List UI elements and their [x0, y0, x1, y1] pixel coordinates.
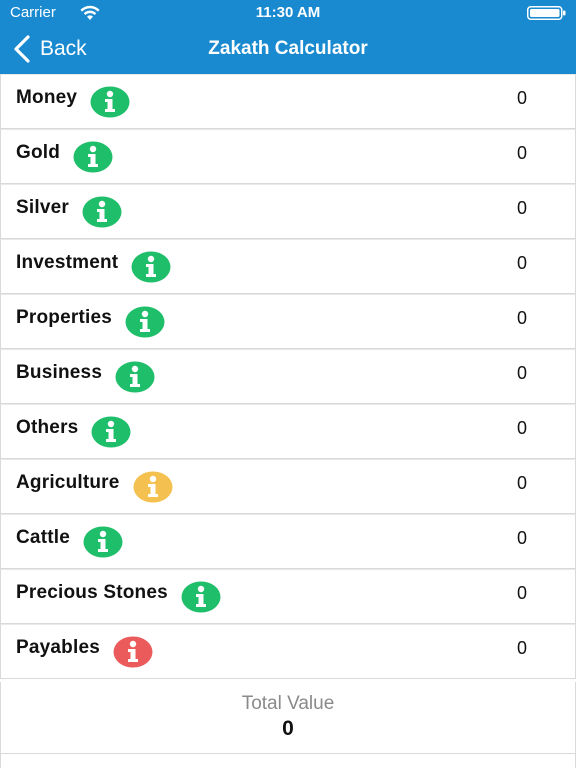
- info-icon[interactable]: [90, 86, 130, 118]
- total-value: 0: [282, 717, 294, 740]
- info-icon[interactable]: [133, 471, 173, 503]
- list-item[interactable]: Properties 0: [0, 294, 576, 349]
- row-label: Others: [16, 417, 79, 438]
- list-item[interactable]: Cattle 0: [0, 514, 576, 569]
- row-label: Silver: [16, 197, 69, 218]
- row-value: 0: [517, 583, 528, 603]
- list-item[interactable]: Business 0: [0, 349, 576, 404]
- clock: 11:30 AM: [255, 4, 321, 21]
- info-icon[interactable]: [83, 526, 123, 558]
- info-icon[interactable]: [82, 196, 122, 228]
- navigation-bar: Back Zakath Calculator: [0, 26, 576, 74]
- info-icon[interactable]: [113, 636, 153, 668]
- info-icon[interactable]: [91, 416, 131, 448]
- row-label: Gold: [16, 142, 61, 163]
- asset-list: Money 0 Gold 0 Silver 0 Investment 0 Properties 0…: [0, 74, 576, 679]
- list-item[interactable]: Payables 0: [0, 624, 576, 679]
- row-label: Investment: [16, 252, 119, 273]
- row-label: Precious Stones: [16, 582, 168, 603]
- row-value: 0: [517, 638, 528, 658]
- row-label: Cattle: [16, 527, 70, 548]
- header-bar: Carrier 11:30 AM Back Zakath Calculator: [0, 0, 576, 74]
- list-item[interactable]: Others 0: [0, 404, 576, 459]
- row-value: 0: [517, 253, 528, 273]
- row-label: Money: [16, 87, 78, 108]
- list-item[interactable]: Silver 0: [0, 184, 576, 239]
- bottom-divider: [0, 754, 576, 768]
- total-label: Total Value: [241, 693, 335, 714]
- info-icon[interactable]: [125, 306, 165, 338]
- status-bar: Carrier 11:30 AM: [0, 0, 576, 26]
- row-label: Payables: [16, 637, 100, 658]
- total-section: Total Value 0: [0, 682, 576, 754]
- battery-icon: [527, 6, 566, 20]
- info-icon[interactable]: [131, 251, 171, 283]
- page-title: Zakath Calculator: [208, 38, 368, 59]
- row-value: 0: [517, 143, 528, 163]
- list-item[interactable]: Money 0: [0, 74, 576, 129]
- row-value: 0: [517, 418, 528, 438]
- row-value: 0: [517, 363, 528, 383]
- row-label: Business: [16, 362, 103, 383]
- row-label: Properties: [16, 307, 112, 328]
- row-label: Agriculture: [16, 472, 120, 493]
- row-value: 0: [517, 308, 528, 328]
- info-icon[interactable]: [181, 581, 221, 613]
- list-item[interactable]: Gold 0: [0, 129, 576, 184]
- info-icon[interactable]: [73, 141, 113, 173]
- row-value: 0: [517, 198, 528, 218]
- row-value: 0: [517, 473, 528, 493]
- list-item[interactable]: Investment 0: [0, 239, 576, 294]
- row-value: 0: [517, 88, 528, 108]
- info-icon[interactable]: [115, 361, 155, 393]
- list-item[interactable]: Precious Stones 0: [0, 569, 576, 624]
- list-item[interactable]: Agriculture 0: [0, 459, 576, 514]
- row-value: 0: [517, 528, 528, 548]
